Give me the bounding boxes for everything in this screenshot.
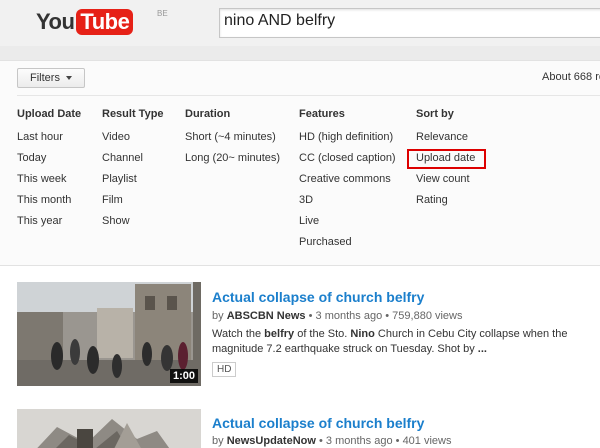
filter-playlist[interactable]: Playlist xyxy=(102,173,164,194)
search-input[interactable] xyxy=(224,12,594,30)
filter-hd[interactable]: HD (high definition) xyxy=(299,131,396,152)
video-meta: by NewsUpdateNow • 3 months ago • 401 vi… xyxy=(212,435,451,447)
channel-link[interactable]: ABSCBN News xyxy=(227,310,306,322)
video-title-link[interactable]: Actual collapse of church belfry xyxy=(212,415,424,431)
youtube-logo[interactable]: You Tube BE xyxy=(36,9,168,35)
filters-button-label: Filters xyxy=(30,72,60,84)
video-thumbnail[interactable] xyxy=(17,409,201,448)
filter-show[interactable]: Show xyxy=(102,215,164,236)
hd-badge: HD xyxy=(212,362,237,377)
video-duration: 1:00 xyxy=(169,369,198,383)
caret-down-icon xyxy=(65,76,72,80)
filter-this-week[interactable]: This week xyxy=(17,173,81,194)
desc-text: of the Sto. xyxy=(294,328,351,340)
view-count: 759,880 views xyxy=(392,310,463,322)
video-description: Watch the belfry of the Sto. Nino Church… xyxy=(212,327,600,357)
desc-ellipsis: ... xyxy=(477,343,487,355)
by-label: by xyxy=(212,435,224,447)
search-box[interactable] xyxy=(219,8,600,38)
video-thumbnail[interactable]: 1:00 xyxy=(17,282,201,386)
results-list: 1:00 Actual collapse of church belfry by… xyxy=(0,266,600,448)
column-title: Upload Date xyxy=(17,108,82,120)
filter-creative-commons[interactable]: Creative commons xyxy=(299,173,396,194)
upload-age: 3 months ago xyxy=(325,435,393,447)
view-count: 401 views xyxy=(402,435,452,447)
column-title: Features xyxy=(299,108,345,120)
meta-separator: • xyxy=(308,310,316,322)
panel-divider xyxy=(17,95,600,96)
filter-live[interactable]: Live xyxy=(299,215,396,236)
filter-cc[interactable]: CC (closed caption) xyxy=(299,152,396,173)
filters-button[interactable]: Filters xyxy=(17,68,85,88)
desc-keyword: Nino xyxy=(350,328,375,340)
logo-text-tube: Tube xyxy=(76,9,134,35)
filter-3d[interactable]: 3D xyxy=(299,194,396,215)
desc-text: magnitude 7.2 earthquake struck on Tuesd… xyxy=(212,343,478,355)
filter-purchased[interactable]: Purchased xyxy=(299,236,396,257)
meta-separator: • xyxy=(319,435,326,447)
channel-link[interactable]: NewsUpdateNow xyxy=(227,435,316,447)
filter-column-result-type: Result Type Video Channel Playlist Film … xyxy=(102,108,164,236)
filter-this-month[interactable]: This month xyxy=(17,194,81,215)
filter-today[interactable]: Today xyxy=(17,152,81,173)
sort-rating[interactable]: Rating xyxy=(416,194,475,215)
by-label: by xyxy=(212,310,224,322)
result-count: About 668 re xyxy=(542,71,600,83)
filter-short[interactable]: Short (~4 minutes) xyxy=(185,131,280,152)
region-code: BE xyxy=(157,9,168,18)
video-meta: by ABSCBN News • 3 months ago • 759,880 … xyxy=(212,310,463,322)
filter-this-year[interactable]: This year xyxy=(17,215,81,236)
filter-last-hour[interactable]: Last hour xyxy=(17,131,81,152)
column-title: Sort by xyxy=(416,108,454,120)
filter-long[interactable]: Long (20~ minutes) xyxy=(185,152,280,173)
filter-film[interactable]: Film xyxy=(102,194,164,215)
meta-separator: • xyxy=(395,435,403,447)
column-title: Result Type xyxy=(102,108,164,120)
filter-column-upload-date: Upload Date Last hour Today This week Th… xyxy=(17,108,81,236)
video-title-link[interactable]: Actual collapse of church belfry xyxy=(212,289,424,305)
sort-upload-date[interactable]: Upload date xyxy=(407,149,486,173)
highlight-box xyxy=(407,149,486,169)
filter-video[interactable]: Video xyxy=(102,131,164,152)
logo-text-you: You xyxy=(36,9,75,34)
column-title: Duration xyxy=(185,108,231,120)
sort-view-count[interactable]: View count xyxy=(416,173,475,194)
upload-age: 3 months ago xyxy=(315,310,383,322)
masthead: You Tube BE xyxy=(0,0,600,46)
filter-column-features: Features HD (high definition) CC (closed… xyxy=(299,108,396,257)
desc-text: Watch the xyxy=(212,328,265,340)
filter-panel: Filters About 668 re Upload Date Last ho… xyxy=(0,60,600,266)
filter-column-sort-by: Sort by Relevance Upload date View count… xyxy=(407,108,486,215)
filter-channel[interactable]: Channel xyxy=(102,152,164,173)
desc-text: Church in Cebu City collapse when the xyxy=(374,328,568,340)
desc-keyword: belfry xyxy=(264,328,295,340)
thumbnail-image xyxy=(17,409,201,448)
filter-column-duration: Duration Short (~4 minutes) Long (20~ mi… xyxy=(185,108,280,173)
